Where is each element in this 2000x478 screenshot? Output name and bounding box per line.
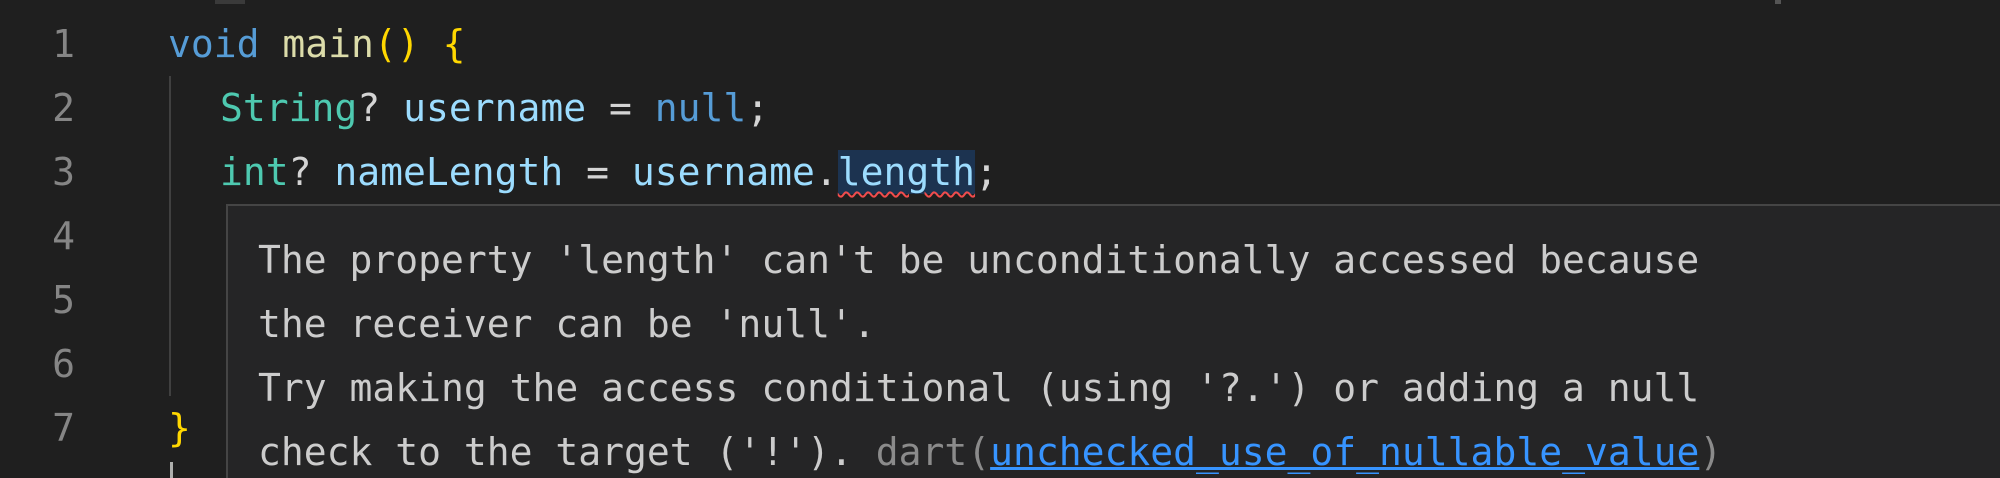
hover-tooltip: The property 'length' can't be unconditi… xyxy=(226,204,2000,478)
variable: nameLength xyxy=(334,150,564,194)
error-property[interactable]: length xyxy=(837,150,976,194)
keyword: void xyxy=(168,22,260,66)
diagnostic-code-link[interactable]: unchecked_use_of_nullable_value xyxy=(990,430,1699,474)
text-cursor xyxy=(170,462,173,478)
line-number: 1 xyxy=(52,22,75,66)
code-line-3[interactable]: int? nameLength = username.length; xyxy=(220,140,998,204)
code-editor[interactable]: 1 2 3 4 5 6 7 void main() { String? user… xyxy=(0,0,2000,478)
line-number: 7 xyxy=(52,406,75,450)
diagnostic-source: dart xyxy=(875,430,968,474)
variable: username xyxy=(403,86,587,130)
null-literal: null xyxy=(654,86,747,130)
type-name: String xyxy=(220,86,358,130)
open-brace: { xyxy=(442,22,466,66)
parens: () xyxy=(373,22,420,66)
type-name: int xyxy=(220,150,289,194)
variable: username xyxy=(631,150,815,194)
line-number: 6 xyxy=(52,342,75,386)
scroll-edge-mark xyxy=(215,0,245,4)
line-number: 2 xyxy=(52,86,75,130)
code-line-2[interactable]: String? username = null; xyxy=(220,76,769,140)
close-brace: } xyxy=(168,406,191,450)
line-number-gutter: 1 2 3 4 5 6 7 xyxy=(0,0,120,478)
line-number: 5 xyxy=(52,278,75,322)
line-number: 3 xyxy=(52,150,75,194)
function-name: main xyxy=(282,22,374,66)
code-line-1[interactable]: void main() { xyxy=(168,12,465,76)
line-number: 4 xyxy=(52,214,75,258)
hover-message: The property 'length' can't be unconditi… xyxy=(258,238,1723,474)
scroll-edge-mark xyxy=(1775,0,1781,4)
indent-guide xyxy=(169,76,171,396)
code-line-7[interactable]: } xyxy=(168,396,191,460)
